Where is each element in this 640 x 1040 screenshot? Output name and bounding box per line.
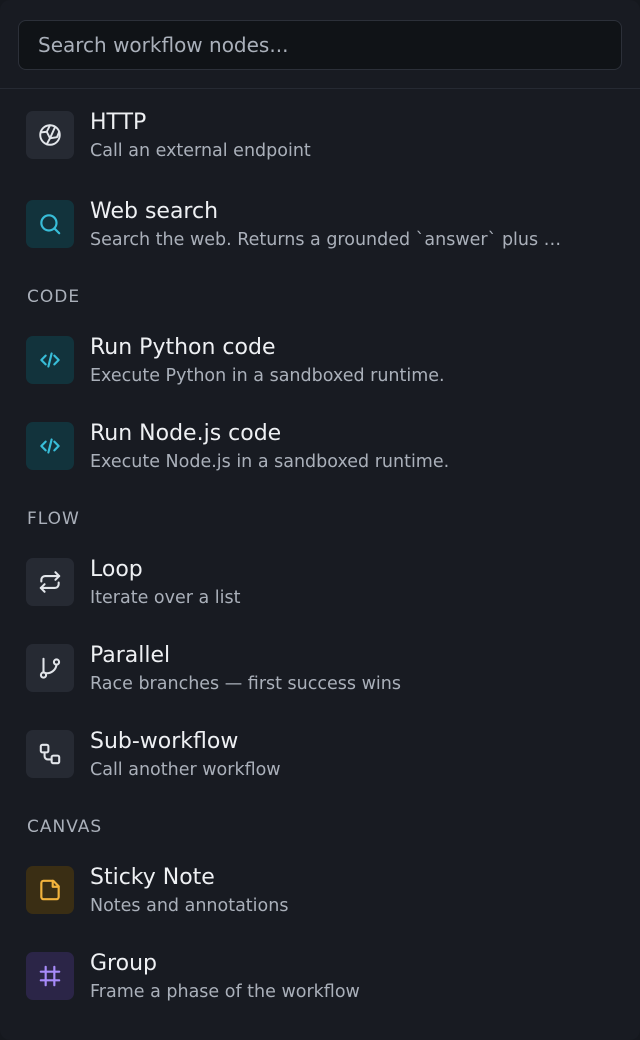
node-item-group[interactable]: Group Frame a phase of the workflow <box>0 927 640 1013</box>
node-description: Execute Python in a sandboxed runtime. <box>90 366 445 386</box>
node-item-run-python[interactable]: Run Python code Execute Python in a sand… <box>0 311 640 397</box>
node-description: Execute Node.js in a sandboxed runtime. <box>90 452 450 472</box>
node-title: Run Python code <box>90 335 276 360</box>
node-description: Notes and annotations <box>90 896 289 916</box>
node-item-parallel[interactable]: Parallel Race branches — first success w… <box>0 619 640 705</box>
node-title: Web search <box>90 199 219 224</box>
group-label-flow: FLOW <box>27 509 80 529</box>
node-description: Iterate over a list <box>90 588 241 608</box>
node-item-sticky-note[interactable]: Sticky Note Notes and annotations <box>0 841 640 927</box>
search-area <box>0 0 640 89</box>
node-title: Parallel <box>90 643 171 668</box>
workflow-icon <box>26 730 74 778</box>
repeat-icon <box>26 558 74 606</box>
node-title: Group <box>90 951 157 976</box>
node-title: HTTP <box>90 110 147 135</box>
node-title: Sticky Note <box>90 865 215 890</box>
code-icon <box>26 336 74 384</box>
git-branch-icon <box>26 644 74 692</box>
node-picker-panel: HTTP Call an external endpoint Web searc… <box>0 0 640 1040</box>
node-title: Loop <box>90 557 143 582</box>
node-list: HTTP Call an external endpoint Web searc… <box>0 89 640 1013</box>
node-item-sub-workflow[interactable]: Sub-workflow Call another workflow <box>0 705 640 791</box>
group-label-canvas: CANVAS <box>27 817 103 837</box>
group-label-code: CODE <box>27 287 81 307</box>
search-icon <box>26 200 74 248</box>
node-item-loop[interactable]: Loop Iterate over a list <box>0 533 640 619</box>
node-description: Race branches — first success wins <box>90 674 401 694</box>
node-description: Search the web. Returns a grounded `answ… <box>90 230 562 250</box>
search-input[interactable] <box>36 32 604 58</box>
code-icon <box>26 422 74 470</box>
node-description: Call an external endpoint <box>90 141 311 161</box>
node-item-run-nodejs[interactable]: Run Node.js code Execute Node.js in a sa… <box>0 397 640 483</box>
node-description: Call another workflow <box>90 760 281 780</box>
node-title: Sub-workflow <box>90 729 239 754</box>
globe-icon <box>26 111 74 159</box>
frame-icon <box>26 952 74 1000</box>
node-description: Frame a phase of the workflow <box>90 982 360 1002</box>
search-box[interactable] <box>18 20 622 70</box>
node-item-http[interactable]: HTTP Call an external endpoint <box>0 89 640 175</box>
node-item-web-search[interactable]: Web search Search the web. Returns a gro… <box>0 175 640 261</box>
node-title: Run Node.js code <box>90 421 282 446</box>
sticky-note-icon <box>26 866 74 914</box>
